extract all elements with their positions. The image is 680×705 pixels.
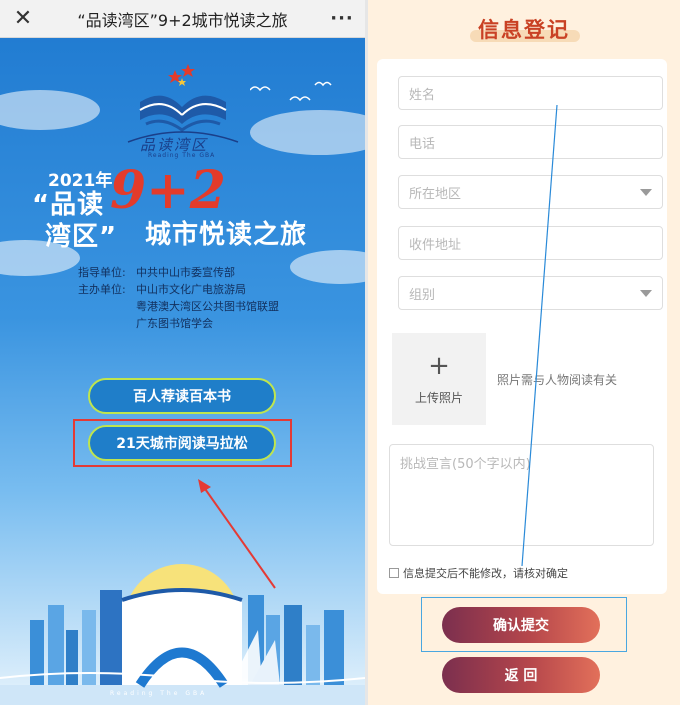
confirm-checkbox-row[interactable]: 信息提交后不能修改，请核对确定 — [389, 565, 568, 581]
credit-label: 主办单位: — [78, 283, 126, 296]
confirm-label: 信息提交后不能修改，请核对确定 — [403, 567, 568, 580]
upload-label: 上传照片 — [414, 390, 463, 405]
form-title: 信息登记 — [478, 18, 570, 42]
registration-form-page: 信息登记 姓名 电话 所在地区 收件地址 组别 + 上传照片 照片需与人物阅读有… — [368, 0, 680, 705]
hero-line-3: 城市悦读之旅 — [145, 220, 308, 250]
back-button[interactable]: 返 回 — [442, 657, 600, 693]
credit-label — [78, 315, 136, 332]
address-placeholder: 收件地址 — [409, 237, 462, 253]
declaration-textarea[interactable]: 挑战宣言(50个字以内) — [389, 444, 654, 546]
chevron-down-icon — [640, 290, 652, 297]
phone-input[interactable]: 电话 — [398, 125, 663, 159]
chevron-down-icon — [640, 189, 652, 196]
name-placeholder: 姓名 — [409, 87, 436, 103]
cloud-decoration — [250, 110, 365, 155]
credit-label: 指导单位: — [78, 266, 126, 279]
page-title: “品读湾区”9+2城市悦读之旅 — [77, 10, 288, 30]
region-select[interactable]: 所在地区 — [398, 175, 663, 209]
credit-value: 广东图书馆学会 — [136, 317, 213, 330]
reading-marathon-button[interactable]: 21天城市阅读马拉松 — [88, 425, 276, 461]
event-landing-page: ✕ “品读湾区”9+2城市悦读之旅 ··· 品读湾区 Reading The G… — [0, 0, 365, 705]
more-icon[interactable]: ··· — [319, 8, 365, 29]
title-bar: ✕ “品读湾区”9+2城市悦读之旅 ··· — [0, 0, 365, 38]
credit-value: 中山市文化广电旅游局 — [136, 283, 246, 296]
cloud-decoration — [0, 90, 100, 130]
organizer-credits: 指导单位: 中共中山市委宣传部 主办单位: 中山市文化广电旅游局 粤港澳大湾区公… — [78, 264, 279, 332]
footer-tagline: Reading The GBA — [110, 690, 208, 697]
confirm-checkbox[interactable] — [389, 568, 399, 578]
cloud-decoration — [290, 250, 365, 284]
group-select[interactable]: 组别 — [398, 276, 663, 310]
upload-note: 照片需与人物阅读有关 — [497, 373, 618, 387]
hero-number: 9+2 — [110, 160, 226, 221]
credit-row: 粤港澳大湾区公共图书馆联盟 — [78, 298, 279, 315]
hero-line-2: 湾区” — [45, 222, 118, 252]
address-input[interactable]: 收件地址 — [398, 226, 663, 260]
credit-value: 中共中山市委宣传部 — [136, 266, 235, 279]
region-placeholder: 所在地区 — [409, 186, 462, 202]
close-icon[interactable]: ✕ — [0, 6, 46, 31]
submit-button[interactable]: 确认提交 — [442, 607, 600, 643]
declaration-placeholder: 挑战宣言(50个字以内) — [400, 457, 531, 472]
name-input[interactable]: 姓名 — [398, 76, 663, 110]
group-placeholder: 组别 — [409, 287, 436, 303]
credit-row: 广东图书馆学会 — [78, 315, 279, 332]
credit-row: 指导单位: 中共中山市委宣传部 — [78, 264, 279, 281]
phone-placeholder: 电话 — [409, 136, 436, 152]
credit-label — [78, 298, 136, 315]
upload-photo-button[interactable]: + 上传照片 — [392, 333, 486, 425]
recommend-books-button[interactable]: 百人荐读百本书 — [88, 378, 276, 414]
plus-icon: + — [428, 350, 450, 381]
birds-icon — [250, 81, 332, 102]
credit-row: 主办单位: 中山市文化广电旅游局 — [78, 281, 279, 298]
credit-value: 粤港澳大湾区公共图书馆联盟 — [136, 300, 279, 313]
city-skyline-illustration — [0, 564, 365, 705]
logo-subtitle: Reading The GBA — [148, 152, 216, 159]
